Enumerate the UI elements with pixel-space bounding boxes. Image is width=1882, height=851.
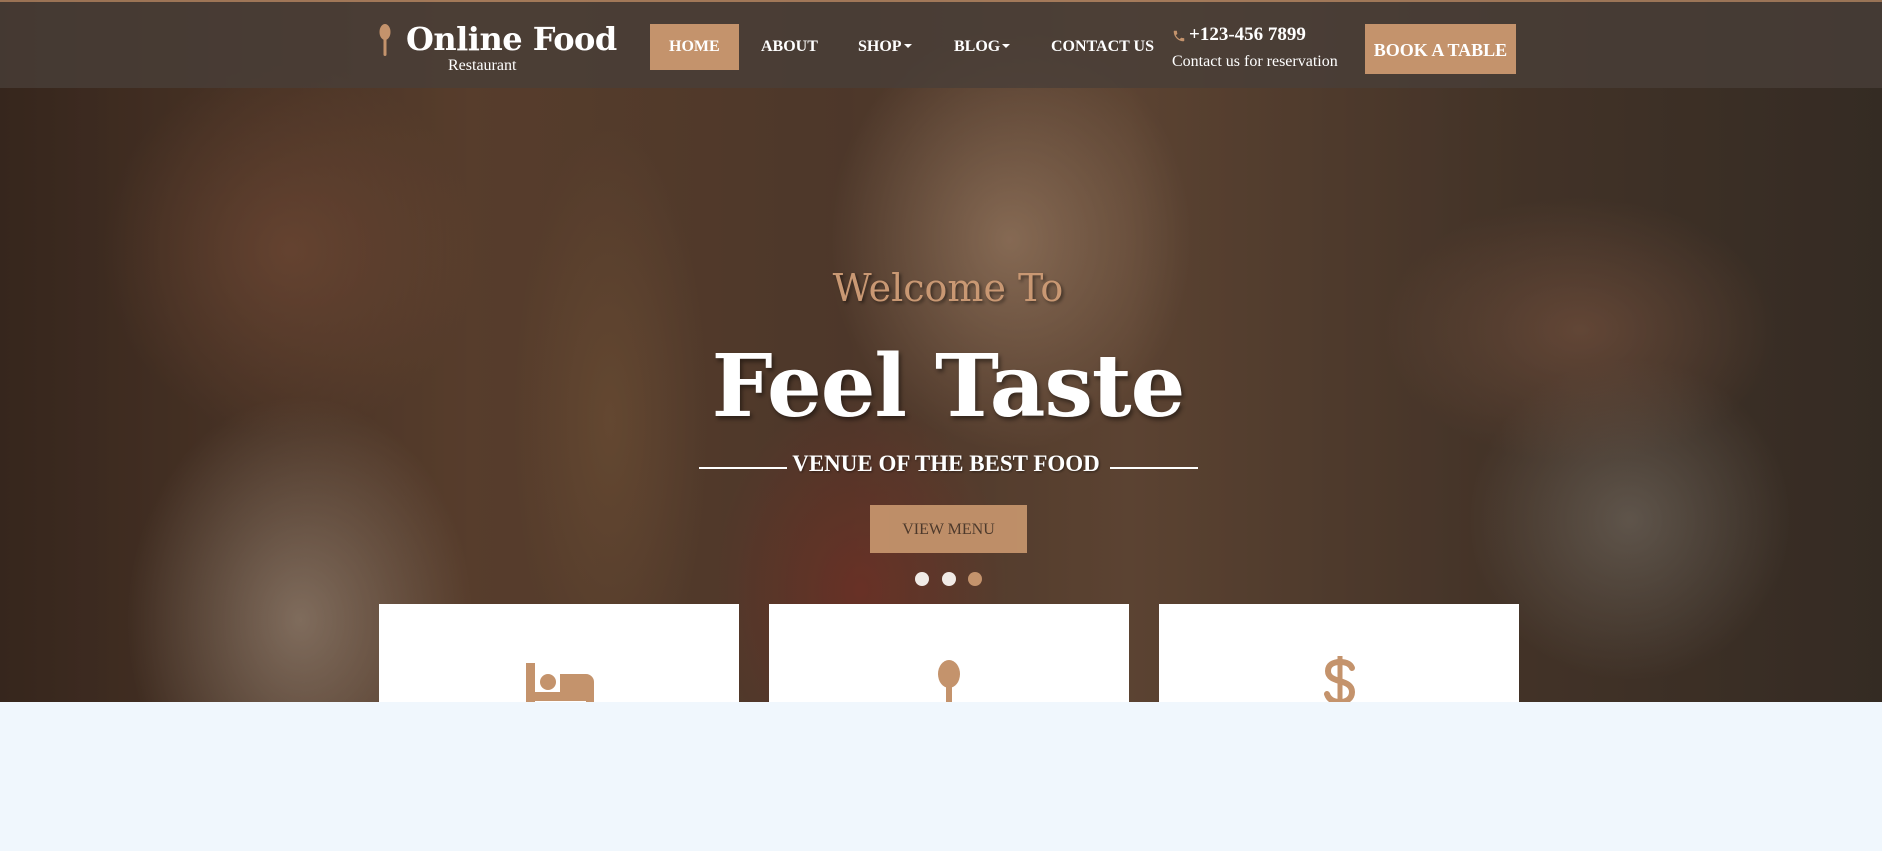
hero-welcome-text: Welcome To (832, 266, 1064, 310)
slider-dot-2[interactable] (942, 572, 956, 586)
hero-subheading: VENUE OF THE BEST FOOD (792, 451, 1100, 476)
phone-row[interactable]: +123-456 7899 (1172, 24, 1362, 50)
spoon-icon (378, 24, 392, 61)
slider-dot-1[interactable] (915, 572, 929, 586)
page-content-background (0, 702, 1882, 851)
nav-shop-label: SHOP (858, 38, 902, 55)
chevron-down-icon (1002, 44, 1011, 49)
nav-contact-us[interactable]: CONTACT US (1051, 24, 1154, 70)
divider-line-right (1110, 467, 1198, 469)
feature-card-food[interactable] (769, 604, 1129, 714)
brand-name: Online Food (406, 20, 617, 58)
navbar: Online Food Restaurant HOME ABOUT SHOP B… (0, 2, 1882, 88)
phone-icon (1172, 27, 1186, 49)
nav-shop[interactable]: SHOP (858, 24, 912, 70)
feature-card-pricing[interactable] (1159, 604, 1519, 714)
nav-about[interactable]: ABOUT (761, 24, 818, 70)
logo[interactable]: Online Food Restaurant (378, 20, 617, 78)
hero-headline: Feel Taste (711, 336, 1186, 437)
nav-blog[interactable]: BLOG (954, 24, 1011, 70)
nav-home[interactable]: HOME (650, 24, 739, 70)
chevron-down-icon (903, 44, 912, 49)
phone-number: +123-456 7899 (1189, 24, 1306, 45)
view-menu-button[interactable]: VIEW MENU (870, 505, 1027, 553)
brand-tagline: Restaurant (448, 57, 517, 74)
feature-card-rooms[interactable] (379, 604, 739, 714)
contact-info: +123-456 7899 Contact us for reservation (1172, 24, 1362, 71)
slider-dot-3-active[interactable] (968, 572, 982, 586)
book-table-button[interactable]: BOOK A TABLE (1365, 24, 1516, 74)
nav-blog-label: BLOG (954, 38, 1001, 55)
contact-subtitle: Contact us for reservation (1172, 53, 1338, 70)
